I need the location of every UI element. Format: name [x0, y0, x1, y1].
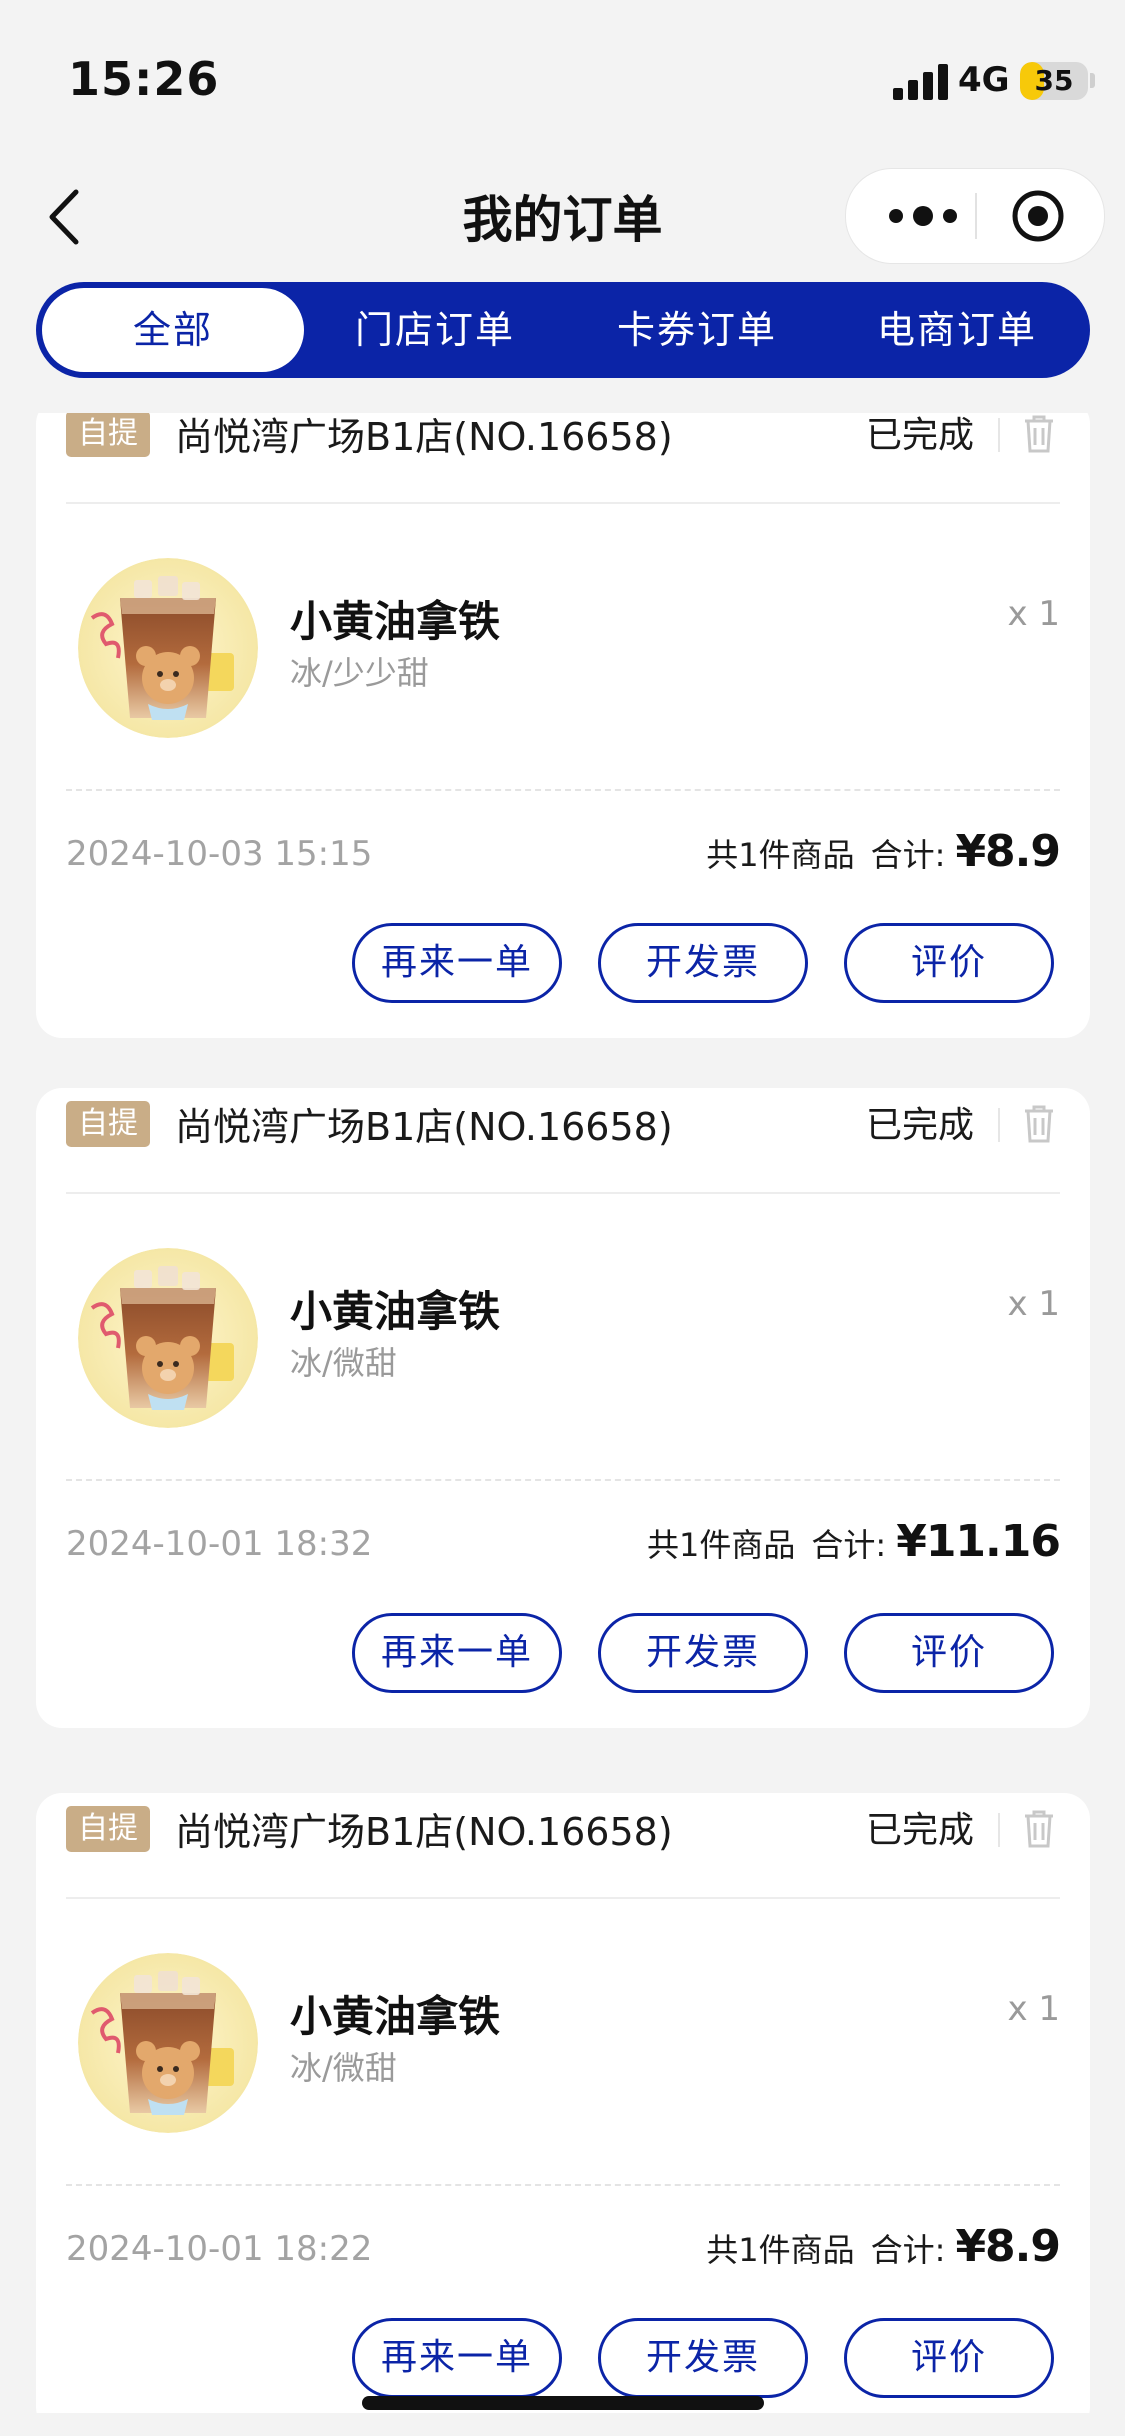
order-time: 2024-10-01 18:22 [66, 2229, 373, 2269]
order-status: 已完成 [866, 1105, 975, 1146]
order-status: 已完成 [866, 1810, 975, 1851]
status-bar: 15:26 4G 35 [0, 0, 1125, 150]
order-tabs: 全部 门店订单 卡券订单 电商订单 [36, 282, 1090, 378]
total-price: ¥8.9 [955, 826, 1061, 877]
product-spec: 冰/微甜 [290, 1344, 397, 1382]
reorder-button[interactable]: 再来一单 [352, 923, 562, 1003]
store-name: 尚悦湾广场B1店(NO.16658) [175, 1810, 673, 1854]
invoice-button[interactable]: 开发票 [598, 2318, 808, 2398]
product-spec: 冰/少少甜 [290, 654, 429, 692]
divider [998, 1108, 1000, 1142]
total-label: 合计: [811, 1526, 887, 1564]
reorder-button[interactable]: 再来一单 [352, 1613, 562, 1693]
tab-all[interactable]: 全部 [42, 288, 304, 372]
order-status: 已完成 [866, 415, 975, 456]
close-target-icon[interactable] [1011, 189, 1065, 243]
status-time: 15:26 [68, 52, 220, 106]
product-qty: x 1 [1007, 594, 1060, 634]
mini-program-capsule [845, 168, 1105, 264]
divider [66, 502, 1060, 504]
total-label: 合计: [870, 2231, 946, 2269]
product-name: 小黄油拿铁 [290, 597, 501, 646]
dashed-divider [66, 2184, 1060, 2186]
product-qty: x 1 [1007, 1284, 1060, 1324]
battery-icon: 35 [1020, 62, 1088, 100]
product-image [78, 558, 258, 738]
order-summary: 共1件商品 合计: ¥11.16 [647, 1516, 1061, 1567]
item-count: 共1件商品 [706, 2231, 855, 2269]
trash-icon[interactable] [1021, 413, 1057, 455]
review-button[interactable]: 评价 [844, 923, 1054, 1003]
pickup-badge: 自提 [66, 1806, 150, 1852]
divider [998, 418, 1000, 452]
more-dots-icon[interactable] [878, 169, 968, 263]
trash-icon[interactable] [1021, 1808, 1057, 1850]
order-summary: 共1件商品 合计: ¥8.9 [706, 826, 1061, 877]
item-count: 共1件商品 [706, 836, 855, 874]
order-time: 2024-10-01 18:32 [66, 1524, 373, 1564]
battery-tip [1090, 73, 1095, 88]
order-list[interactable]: 自提 尚悦湾广场B1店(NO.16658) 已完成 小黄油拿铁 冰/少少甜 x … [0, 413, 1125, 2413]
invoice-button[interactable]: 开发票 [598, 1613, 808, 1693]
product-name: 小黄油拿铁 [290, 1992, 501, 2041]
tab-store-orders[interactable]: 门店订单 [304, 288, 566, 372]
trash-icon[interactable] [1021, 1103, 1057, 1145]
total-label: 合计: [870, 836, 946, 874]
total-price: ¥8.9 [955, 2221, 1061, 2272]
pickup-badge: 自提 [66, 1101, 150, 1147]
dashed-divider [66, 789, 1060, 791]
review-button[interactable]: 评价 [844, 2318, 1054, 2398]
store-name: 尚悦湾广场B1店(NO.16658) [175, 415, 673, 459]
capsule-divider [975, 193, 977, 239]
divider [66, 1192, 1060, 1194]
home-indicator[interactable] [362, 2396, 764, 2410]
store-name: 尚悦湾广场B1店(NO.16658) [175, 1105, 673, 1149]
invoice-button[interactable]: 开发票 [598, 923, 808, 1003]
review-button[interactable]: 评价 [844, 1613, 1054, 1693]
order-card: 自提 尚悦湾广场B1店(NO.16658) 已完成 小黄油拿铁 冰/微甜 x 1… [36, 1088, 1090, 1728]
divider [998, 1813, 1000, 1847]
tab-coupon-orders[interactable]: 卡券订单 [566, 288, 828, 372]
total-price: ¥11.16 [896, 1516, 1061, 1567]
order-card: 自提 尚悦湾广场B1店(NO.16658) 已完成 小黄油拿铁 冰/微甜 x 1… [36, 1793, 1090, 2413]
network-type: 4G [958, 60, 1010, 100]
product-image [78, 1953, 258, 2133]
order-card: 自提 尚悦湾广场B1店(NO.16658) 已完成 小黄油拿铁 冰/少少甜 x … [36, 413, 1090, 1038]
product-image [78, 1248, 258, 1428]
product-name: 小黄油拿铁 [290, 1287, 501, 1336]
dashed-divider [66, 1479, 1060, 1481]
battery-percent: 35 [1034, 64, 1074, 97]
product-qty: x 1 [1007, 1989, 1060, 2029]
tab-ecommerce-orders[interactable]: 电商订单 [826, 288, 1088, 372]
reorder-button[interactable]: 再来一单 [352, 2318, 562, 2398]
divider [66, 1897, 1060, 1899]
order-time: 2024-10-03 15:15 [66, 834, 373, 874]
item-count: 共1件商品 [647, 1526, 796, 1564]
product-spec: 冰/微甜 [290, 2049, 397, 2087]
signal-icon [893, 62, 949, 100]
pickup-badge: 自提 [66, 413, 150, 457]
order-summary: 共1件商品 合计: ¥8.9 [706, 2221, 1061, 2272]
